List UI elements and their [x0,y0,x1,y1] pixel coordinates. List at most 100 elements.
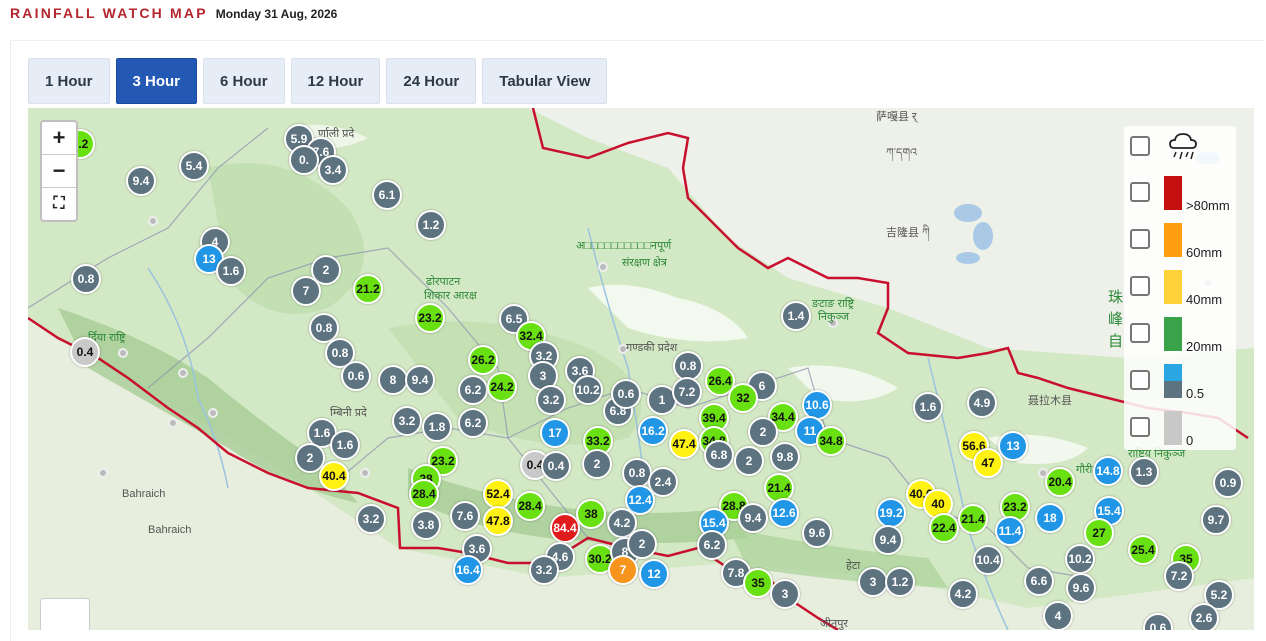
station-marker[interactable]: 0.8 [71,264,101,294]
station-marker[interactable]: 52.4 [483,479,513,509]
station-marker[interactable]: 3.2 [392,406,422,436]
station-marker[interactable]: 27 [1084,518,1114,548]
tab-1-hour[interactable]: 1 Hour [28,58,110,104]
station-marker[interactable]: 1.4 [781,301,811,331]
station-marker[interactable]: 16.4 [453,555,483,585]
station-marker[interactable]: 2 [734,446,764,476]
legend-checkbox[interactable] [1130,229,1150,249]
station-marker[interactable]: 12 [639,559,669,589]
station-marker[interactable]: 6.2 [697,530,727,560]
station-marker[interactable]: 26.2 [468,345,498,375]
station-marker[interactable]: 3.8 [411,510,441,540]
station-marker[interactable]: 6.1 [372,180,402,210]
station-marker[interactable]: 14.8 [1093,456,1123,486]
legend-checkbox[interactable] [1130,417,1150,437]
station-marker[interactable]: 10.4 [973,545,1003,575]
station-marker[interactable]: 11.4 [995,516,1025,546]
station-marker[interactable]: 21.4 [958,504,988,534]
rainfall-map[interactable]: र्णाली प्रदे र्दिया राष्ट्रि ढोरपाटन शिक… [28,108,1254,630]
station-marker[interactable]: 16.2 [638,416,668,446]
station-marker[interactable]: 1.8 [422,412,452,442]
station-marker[interactable]: 0. [289,145,319,175]
station-marker[interactable]: 28.4 [409,479,439,509]
station-marker[interactable]: 12.6 [769,498,799,528]
tab-tabular-view[interactable]: Tabular View [482,58,608,104]
station-marker[interactable]: 1.3 [1129,457,1159,487]
station-marker[interactable]: 7.6 [450,501,480,531]
station-marker[interactable]: 4.9 [967,388,997,418]
station-marker[interactable]: 10.2 [573,375,603,405]
station-marker[interactable]: 38 [576,499,606,529]
station-marker[interactable]: 9.4 [405,365,435,395]
station-marker[interactable]: 9.6 [802,518,832,548]
station-marker[interactable]: 1.6 [913,392,943,422]
station-marker[interactable]: 6.2 [458,408,488,438]
zoom-in-button[interactable]: + [42,122,76,155]
station-marker[interactable]: 1.6 [330,430,360,460]
station-marker[interactable]: 9.6 [1066,573,1096,603]
station-marker[interactable]: 1.2 [416,210,446,240]
station-marker[interactable]: 6.8 [704,440,734,470]
station-marker[interactable]: 2 [627,529,657,559]
station-marker[interactable]: 32 [728,383,758,413]
station-marker[interactable]: 7.2 [672,377,702,407]
station-marker[interactable]: 19.2 [876,498,906,528]
station-marker[interactable]: 47.4 [669,429,699,459]
station-marker[interactable]: 9.7 [1201,505,1231,535]
station-marker[interactable]: 6.6 [1024,566,1054,596]
station-marker[interactable]: 3.4 [318,155,348,185]
station-marker[interactable]: 5.4 [179,151,209,181]
fullscreen-button[interactable]: ⛶ [42,188,76,220]
station-marker[interactable]: 3.2 [529,555,559,585]
station-marker[interactable]: 9.8 [770,442,800,472]
tab-12-hour[interactable]: 12 Hour [290,58,381,104]
station-marker[interactable]: 17 [540,418,570,448]
station-marker[interactable]: 3.2 [536,385,566,415]
station-marker[interactable]: 24.2 [487,372,517,402]
station-marker[interactable]: 7 [608,555,638,585]
layer-control-button[interactable] [40,598,90,630]
station-marker[interactable]: 9.4 [873,525,903,555]
tab-24-hour[interactable]: 24 Hour [386,58,477,104]
station-marker[interactable]: 40.4 [319,461,349,491]
station-marker[interactable]: 20.4 [1045,467,1075,497]
station-marker[interactable]: 35 [743,568,773,598]
station-marker[interactable]: 8 [378,365,408,395]
legend-checkbox[interactable] [1130,323,1150,343]
station-marker[interactable]: 3 [858,567,888,597]
station-marker[interactable]: 0.6 [611,379,641,409]
station-marker[interactable]: 0.6 [341,361,371,391]
station-marker[interactable]: 2 [582,449,612,479]
legend-checkbox[interactable] [1130,370,1150,390]
station-marker[interactable]: 7.2 [1164,561,1194,591]
legend-checkbox[interactable] [1130,276,1150,296]
station-marker[interactable]: 4 [1043,601,1073,630]
station-marker[interactable]: 1.6 [216,256,246,286]
station-marker[interactable]: 2 [748,417,778,447]
station-marker[interactable]: 3 [770,579,800,609]
station-marker[interactable]: 1.2 [885,567,915,597]
tab-6-hour[interactable]: 6 Hour [203,58,285,104]
station-marker[interactable]: 23.2 [415,303,445,333]
station-marker[interactable]: 3.2 [356,504,386,534]
station-marker[interactable]: 34.8 [816,426,846,456]
legend-checkbox-all[interactable] [1130,136,1150,156]
station-marker[interactable]: 2.6 [1189,603,1219,630]
station-marker[interactable]: 18 [1035,503,1065,533]
legend-checkbox[interactable] [1130,182,1150,202]
tab-3-hour[interactable]: 3 Hour [115,58,198,104]
station-marker[interactable]: 0.4 [541,451,571,481]
station-marker[interactable]: 0.4 [70,337,100,367]
station-marker[interactable]: 0.9 [1213,468,1243,498]
station-marker[interactable]: 25.4 [1128,535,1158,565]
station-marker[interactable]: 21.2 [353,274,383,304]
station-marker[interactable]: 9.4 [126,166,156,196]
station-marker[interactable]: 47.8 [483,506,513,536]
station-marker[interactable]: 9.4 [738,503,768,533]
station-marker[interactable]: 13 [998,431,1028,461]
station-marker[interactable]: 10.2 [1065,544,1095,574]
station-marker[interactable]: 28.4 [515,491,545,521]
station-marker[interactable]: 7 [291,276,321,306]
station-marker[interactable]: 4.2 [948,579,978,609]
station-marker[interactable]: 6.2 [458,375,488,405]
